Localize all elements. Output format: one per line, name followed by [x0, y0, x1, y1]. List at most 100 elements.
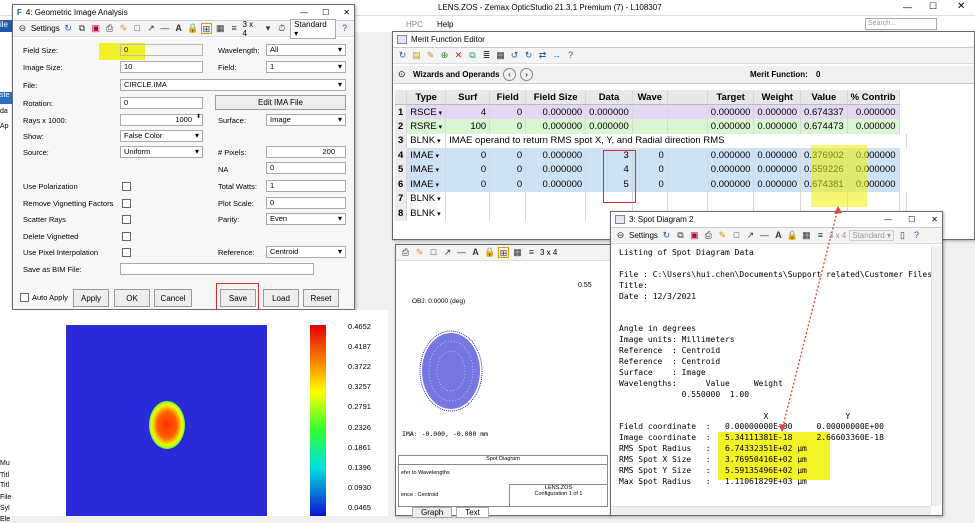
- table-row[interactable]: 1 RSCE ▾ 4 0 0.000000 0.000000 0.000000 0.00000…: [395, 104, 907, 119]
- mf-cell-fsize[interactable]: 0.000000: [525, 162, 587, 177]
- mf-cell-empty[interactable]: [525, 191, 587, 206]
- search-input[interactable]: Search...: [865, 18, 937, 30]
- mf-cell-target[interactable]: 0.000000: [707, 119, 755, 134]
- maximize-icon[interactable]: ☐: [322, 8, 329, 17]
- grid-icon[interactable]: ▦: [512, 247, 523, 258]
- list-icon[interactable]: ≣: [481, 50, 492, 61]
- vertical-scrollbar[interactable]: [931, 246, 941, 506]
- mf-cell-weight[interactable]: 0.000000: [753, 104, 802, 119]
- text-icon[interactable]: A: [773, 230, 784, 241]
- mf-header-cell[interactable]: Field Size: [525, 90, 587, 105]
- copy-icon[interactable]: ⧉: [467, 50, 478, 61]
- mf-cell-n[interactable]: 2: [395, 119, 408, 134]
- mf-cell-n[interactable]: 3: [395, 133, 408, 148]
- help-icon[interactable]: ?: [565, 50, 576, 61]
- grid-icon[interactable]: ▦: [215, 23, 226, 34]
- mf-cell-data[interactable]: 0.000000: [585, 104, 633, 119]
- mf-header-cell[interactable]: Target: [707, 90, 755, 105]
- collapse-icon[interactable]: ⊖: [17, 23, 28, 34]
- mf-cell-n[interactable]: 1: [395, 104, 408, 119]
- mf-cell-empty[interactable]: [899, 191, 907, 206]
- rectangle-icon[interactable]: □: [428, 247, 439, 258]
- mf-cell-empty[interactable]: [489, 191, 527, 206]
- tab-graph[interactable]: Graph: [412, 507, 453, 518]
- cancel-button[interactable]: Cancel: [154, 289, 192, 307]
- type-dropdown-icon[interactable]: ▾: [435, 196, 441, 203]
- grid-icon[interactable]: ▦: [801, 230, 812, 241]
- mf-cell-empty[interactable]: [489, 206, 527, 221]
- mf-cell-empty[interactable]: [753, 191, 802, 206]
- mf-cell-contrib[interactable]: 0.000000: [847, 119, 900, 134]
- save-icon[interactable]: ▣: [689, 230, 700, 241]
- mf-header-cell[interactable]: Surf: [445, 90, 491, 105]
- save-icon[interactable]: ▣: [90, 23, 101, 34]
- rotation-input[interactable]: 0: [120, 97, 203, 109]
- settings-button[interactable]: Settings: [629, 231, 658, 240]
- text-icon[interactable]: A: [173, 23, 184, 34]
- window-icon[interactable]: ⊞: [201, 23, 212, 34]
- close-icon[interactable]: ✕: [931, 215, 938, 224]
- type-dropdown-icon[interactable]: ▾: [437, 110, 443, 117]
- mf-header-cell[interactable]: % Contrib: [847, 90, 900, 105]
- stack-icon[interactable]: ≡: [229, 23, 240, 34]
- plot-scale-input[interactable]: 0: [266, 197, 346, 209]
- print-icon[interactable]: ⎙: [703, 230, 714, 241]
- type-dropdown-icon[interactable]: ▾: [434, 182, 439, 189]
- total-watts-input[interactable]: 1: [266, 180, 346, 192]
- collapse-icon[interactable]: ⊙: [398, 69, 406, 80]
- mf-cell-wave[interactable]: [632, 119, 668, 134]
- mf-cell-empty[interactable]: [445, 206, 491, 221]
- mf-cell-n[interactable]: 5: [395, 162, 408, 177]
- refresh-icon[interactable]: ↻: [63, 23, 74, 34]
- ok-button[interactable]: OK: [114, 289, 150, 307]
- mf-cell-wave[interactable]: 0: [632, 148, 668, 163]
- type-dropdown-icon[interactable]: ▾: [434, 153, 439, 160]
- maximize-icon[interactable]: ☐: [908, 215, 915, 224]
- mf-cell-type[interactable]: BLNK ▾: [406, 133, 447, 148]
- mf-cell-surf[interactable]: 0: [445, 162, 491, 177]
- mf-header-cell[interactable]: Wave: [632, 90, 668, 105]
- mf-cell-target[interactable]: 0.000000: [707, 148, 755, 163]
- left-file-tab[interactable]: ile: [0, 20, 12, 32]
- help-icon[interactable]: ?: [339, 23, 350, 34]
- prev-arrow-icon[interactable]: ‹: [503, 68, 516, 81]
- next-arrow-icon[interactable]: ›: [520, 68, 533, 81]
- help-icon[interactable]: ?: [911, 230, 922, 241]
- mf-cell-type[interactable]: IMAE ▾: [406, 177, 447, 192]
- line-icon[interactable]: —: [159, 23, 170, 34]
- type-dropdown-icon[interactable]: ▾: [435, 211, 441, 218]
- line-icon[interactable]: —: [759, 230, 770, 241]
- mf-cell-field[interactable]: 0: [489, 177, 527, 192]
- mf-header-cell[interactable]: Data: [585, 90, 633, 105]
- show-select[interactable]: False Color: [120, 130, 203, 142]
- window-icon[interactable]: ⊞: [498, 247, 509, 258]
- rectangle-icon[interactable]: □: [132, 23, 143, 34]
- mf-cell-weight[interactable]: 0.000000: [753, 177, 802, 192]
- maximize-icon[interactable]: ☐: [929, 1, 937, 12]
- mf-cell-surf[interactable]: 0: [445, 177, 491, 192]
- wavelength-select[interactable]: All: [266, 44, 346, 56]
- type-dropdown-icon[interactable]: ▾: [437, 124, 443, 131]
- mf-cell-weight[interactable]: 0.000000: [753, 162, 802, 177]
- layout-dropdown[interactable]: 3 x 4: [540, 248, 557, 257]
- arrows-icon[interactable]: ⇄: [537, 50, 548, 61]
- mf-cell-wave[interactable]: 0: [632, 177, 668, 192]
- mf-cell-wave[interactable]: 0: [632, 162, 668, 177]
- delete-vignetted-checkbox[interactable]: [122, 232, 131, 241]
- mf-cell-empty[interactable]: [445, 191, 491, 206]
- mf-cell-empty[interactable]: [632, 191, 668, 206]
- table-row[interactable]: 2 RSRE ▾ 100 0 0.000000 0.000000 0.000000 0.000…: [395, 119, 907, 134]
- field-size-input[interactable]: 0: [120, 44, 203, 56]
- mf-cell-type[interactable]: RSRE ▾: [406, 119, 447, 134]
- mf-cell-target[interactable]: 0.000000: [707, 162, 755, 177]
- mf-cell-fsize[interactable]: 0.000000: [525, 104, 587, 119]
- tab-text[interactable]: Text: [456, 507, 489, 518]
- standard-dropdown[interactable]: Standard ▾: [849, 230, 894, 241]
- clock-icon[interactable]: ⏱: [276, 23, 287, 34]
- mf-cell-surf[interactable]: 0: [445, 148, 491, 163]
- page-icon[interactable]: ▯: [897, 230, 908, 241]
- apply-button[interactable]: Apply: [73, 289, 109, 307]
- minimize-icon[interactable]: —: [903, 2, 912, 12]
- scatter-rays-checkbox[interactable]: [122, 215, 131, 224]
- line-icon[interactable]: —: [456, 247, 467, 258]
